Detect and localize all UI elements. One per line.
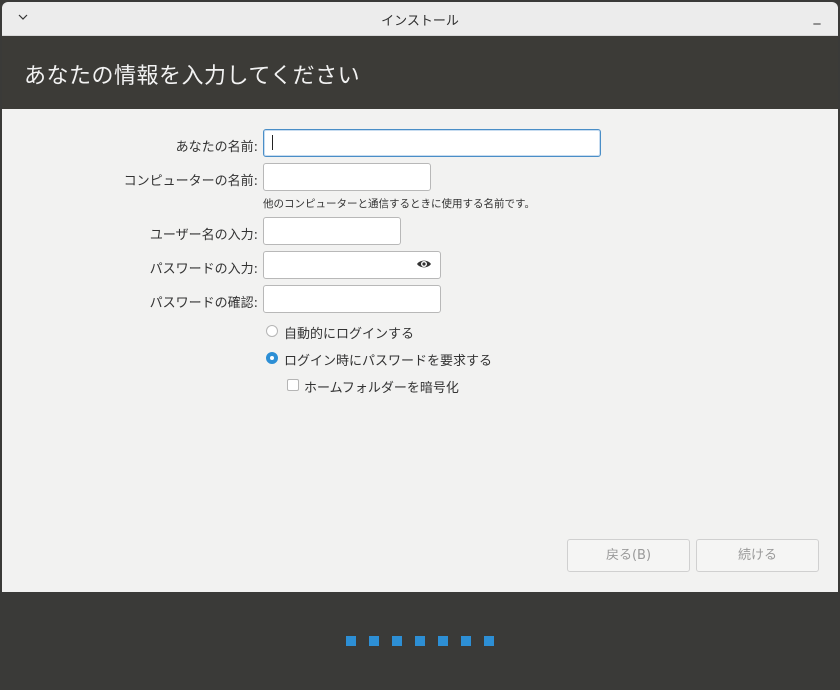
text-caret: [272, 135, 273, 150]
confirm-password-input[interactable]: [263, 285, 441, 313]
window-title: インストール: [381, 14, 459, 29]
require-password-label[interactable]: ログイン時にパスワードを要求する: [284, 350, 492, 369]
minimize-button[interactable]: _: [810, 8, 824, 26]
name-label: あなたの名前:: [175, 140, 258, 155]
back-button[interactable]: 戻る(B): [567, 539, 690, 572]
password-label: パスワードの入力:: [149, 262, 258, 277]
computer-name-input[interactable]: [263, 163, 431, 191]
progress-dot: [392, 636, 402, 646]
username-input[interactable]: [263, 217, 401, 245]
auto-login-label[interactable]: 自動的にログインする: [284, 323, 414, 342]
password-input[interactable]: [263, 251, 441, 279]
continue-button[interactable]: 続ける: [696, 539, 819, 572]
progress-dot: [484, 636, 494, 646]
page-title: あなたの情報を入力してください: [24, 64, 361, 89]
name-input[interactable]: [263, 129, 601, 157]
username-label: ユーザー名の入力:: [149, 228, 258, 243]
progress-dot: [438, 636, 448, 646]
computer-name-hint: 他のコンピューターと通信するときに使用する名前です。: [263, 198, 535, 210]
encrypt-home-checkbox[interactable]: [287, 379, 299, 391]
confirm-password-label: パスワードの確認:: [149, 296, 258, 311]
computer-name-label: コンピューターの名前:: [123, 174, 258, 189]
require-password-radio[interactable]: [266, 352, 278, 364]
progress-dot: [415, 636, 425, 646]
page-header: あなたの情報を入力してください: [2, 36, 838, 109]
title-bar: インストール _: [2, 2, 838, 36]
encrypt-home-label[interactable]: ホームフォルダーを暗号化: [304, 377, 459, 396]
eye-icon[interactable]: [416, 257, 432, 271]
auto-login-radio[interactable]: [266, 325, 278, 337]
install-progress: [346, 636, 494, 646]
progress-dot: [369, 636, 379, 646]
progress-dot: [346, 636, 356, 646]
progress-dot: [461, 636, 471, 646]
